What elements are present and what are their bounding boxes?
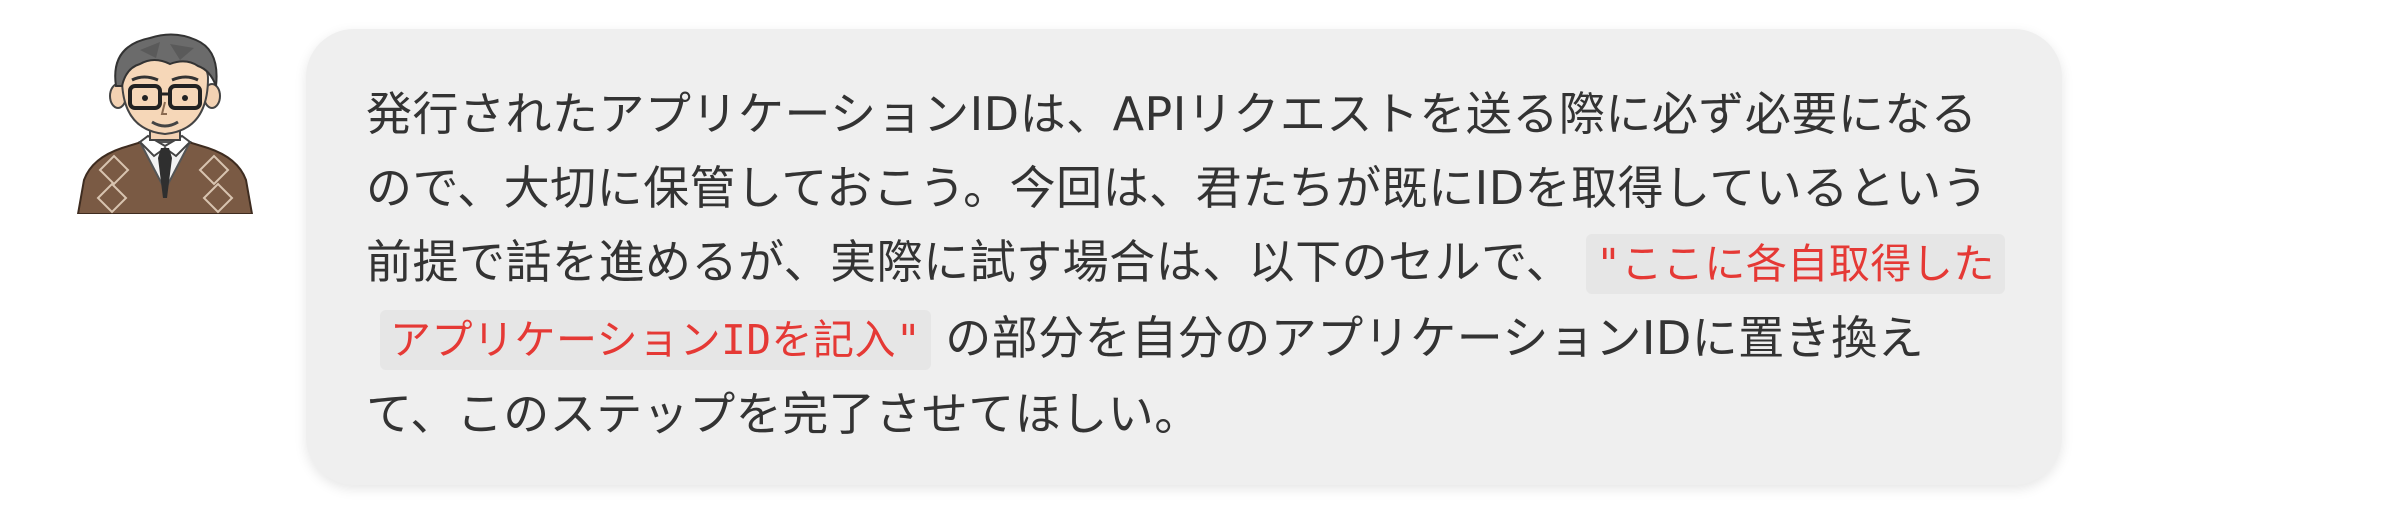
message-text: 発行されたアプリケーションIDは、APIリクエストを送る際に必ず必要になるので、… <box>366 77 2005 451</box>
teacher-avatar <box>70 30 260 215</box>
teacher-avatar-icon <box>76 33 254 215</box>
chat-message-bubble: 発行されたアプリケーションIDは、APIリクエストを送る際に必ず必要になるので、… <box>306 29 2062 485</box>
